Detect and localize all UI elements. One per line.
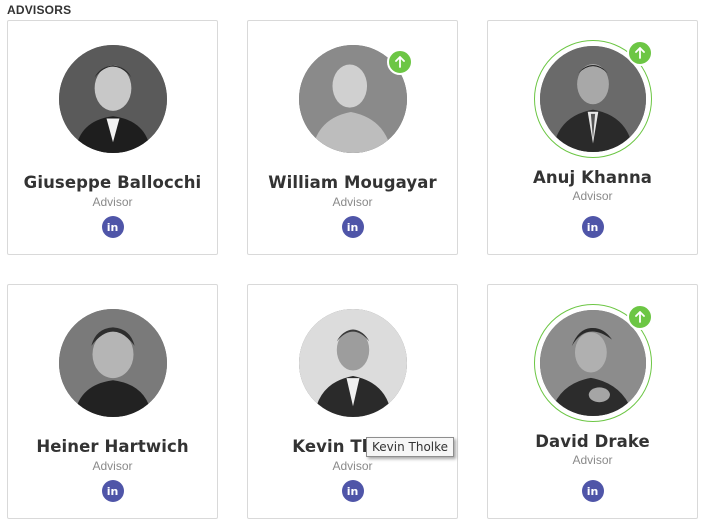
advisor-role: Advisor — [572, 453, 613, 467]
person-silhouette-icon — [58, 309, 167, 417]
linkedin-icon[interactable]: in — [101, 480, 124, 502]
person-silhouette-icon — [298, 309, 407, 417]
photo-frame — [298, 309, 407, 417]
photo-frame — [533, 304, 653, 422]
advisor-card-william-mougayar: William Mougayar Advisor in — [247, 20, 458, 255]
linkedin-icon[interactable]: in — [341, 216, 364, 238]
linkedin-icon[interactable]: in — [581, 480, 604, 502]
person-silhouette-icon — [58, 45, 167, 153]
advisor-name: Giuseppe Ballocchi — [23, 173, 202, 192]
advisor-card-kevin-tholke: Kevin Tholke Advisor in — [247, 284, 458, 519]
arrow-up-icon[interactable] — [386, 49, 413, 75]
advisor-name: William Mougayar — [268, 173, 437, 192]
advisor-photo — [58, 309, 167, 417]
advisor-role: Advisor — [572, 189, 613, 203]
advisor-card-anuj-khanna: Anuj Khanna Advisor in — [487, 20, 698, 255]
advisor-role: Advisor — [92, 195, 133, 209]
advisor-photo — [58, 45, 167, 153]
advisor-photo — [298, 309, 407, 417]
photo-frame — [58, 45, 167, 153]
linkedin-icon[interactable]: in — [341, 480, 364, 502]
advisor-card-heiner-hartwich: Heiner Hartwich Advisor in — [7, 284, 218, 519]
photo-frame — [533, 40, 653, 158]
linkedin-icon[interactable]: in — [581, 216, 604, 238]
photo-frame — [58, 309, 167, 417]
arrow-up-icon[interactable] — [626, 304, 653, 330]
linkedin-icon[interactable]: in — [101, 216, 124, 238]
advisor-role: Advisor — [332, 195, 373, 209]
advisor-card-giuseppe-ballocchi: Giuseppe Ballocchi Advisor in — [7, 20, 218, 255]
advisor-role: Advisor — [92, 459, 133, 473]
name-tooltip: Kevin Tholke — [366, 437, 455, 457]
advisor-name: David Drake — [535, 432, 650, 451]
advisor-card-david-drake: David Drake Advisor in — [487, 284, 698, 519]
photo-frame — [298, 45, 413, 153]
section-title: ADVISORS — [7, 3, 72, 17]
arrow-up-icon[interactable] — [626, 40, 653, 66]
advisor-role: Advisor — [332, 459, 373, 473]
advisor-name: Anuj Khanna — [532, 168, 653, 187]
advisor-name: Heiner Hartwich — [36, 437, 189, 456]
